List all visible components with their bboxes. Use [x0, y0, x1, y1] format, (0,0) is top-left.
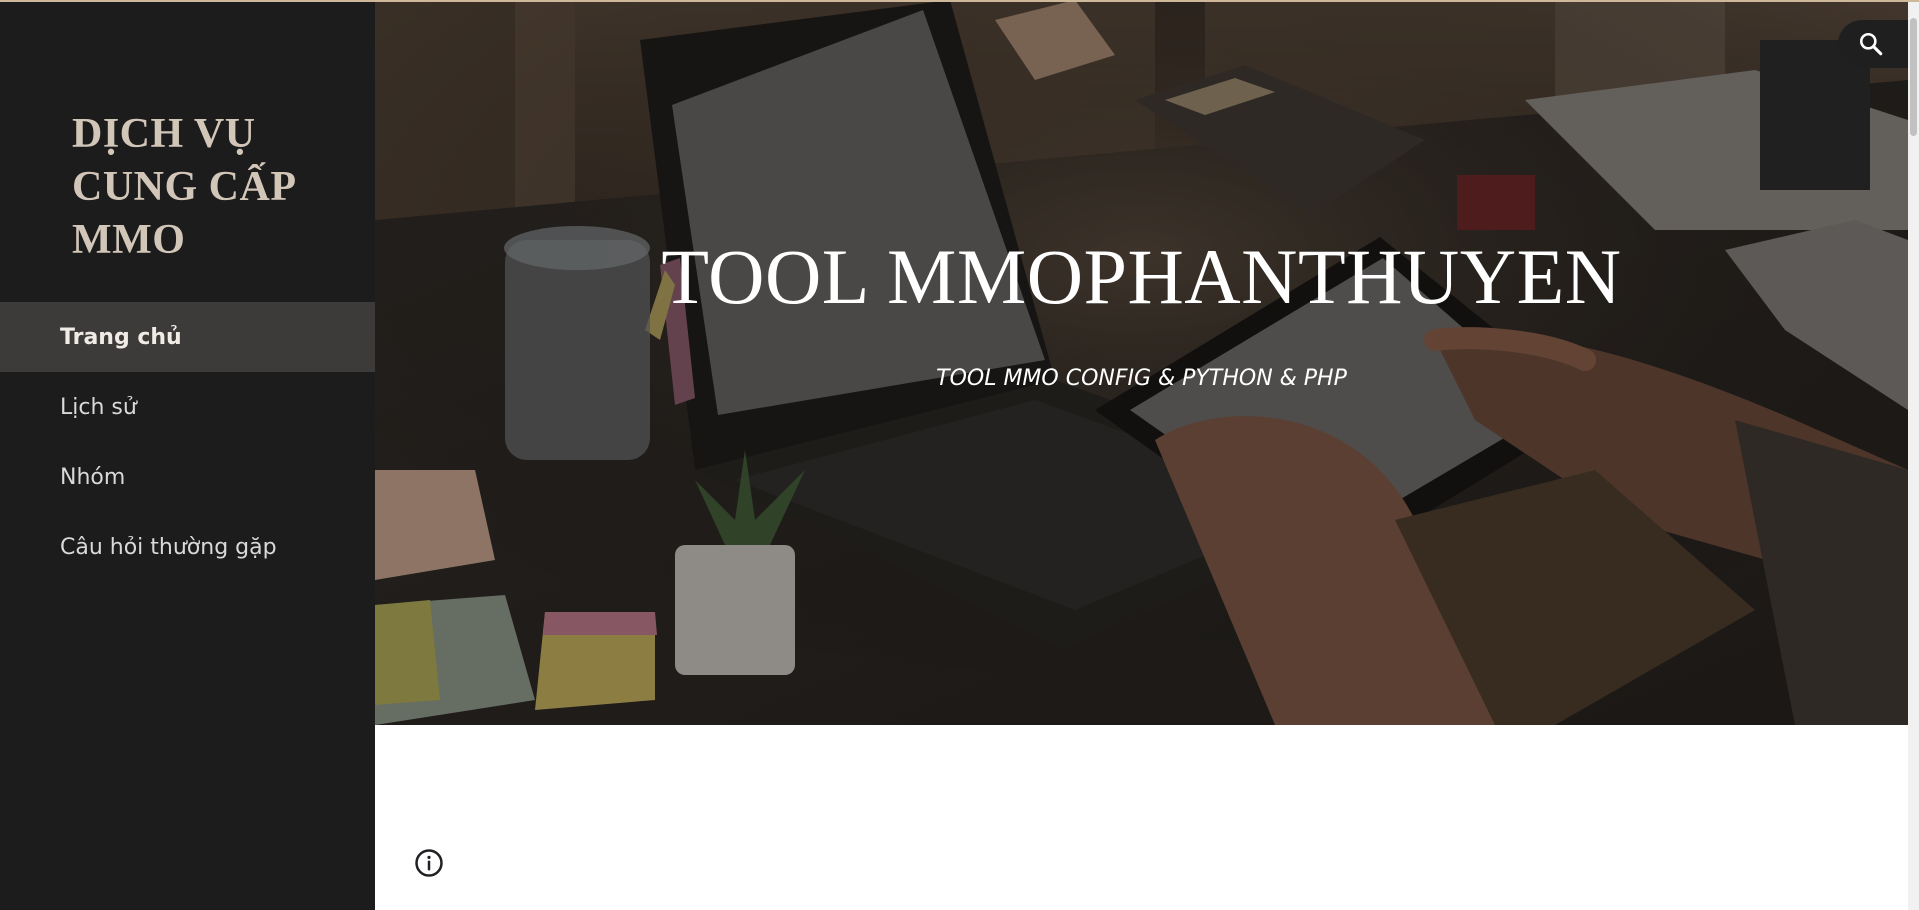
search-button[interactable] [1838, 20, 1908, 68]
top-accent-bar [0, 0, 1919, 2]
nav-item-history[interactable]: Lịch sử [0, 372, 375, 442]
hero-subtitle: TOOL MMO CONFIG & PYTHON & PHP [936, 366, 1347, 391]
site-title[interactable]: DỊCH VỤ CUNG CẤP MMO [72, 108, 312, 267]
sidebar: DỊCH VỤ CUNG CẤP MMO Trang chủ Lịch sử N… [0, 0, 375, 910]
sidebar-nav: Trang chủ Lịch sử Nhóm Câu hỏi thường gặ… [0, 302, 375, 582]
info-icon [415, 849, 443, 877]
info-button[interactable] [414, 848, 444, 878]
nav-item-faq[interactable]: Câu hỏi thường gặp [0, 512, 375, 582]
hero-title: TOOL MMOPHANTHUYEN [661, 233, 1622, 320]
nav-item-team[interactable]: Nhóm [0, 442, 375, 512]
hero-banner: TOOL MMOPHANTHUYEN TOOL MMO CONFIG & PYT… [375, 0, 1908, 725]
page-scrollbar[interactable] [1908, 0, 1919, 910]
scrollbar-thumb[interactable] [1910, 18, 1917, 136]
nav-item-home[interactable]: Trang chủ [0, 302, 375, 372]
hero-overlay [375, 0, 1908, 725]
search-icon [1859, 32, 1883, 56]
